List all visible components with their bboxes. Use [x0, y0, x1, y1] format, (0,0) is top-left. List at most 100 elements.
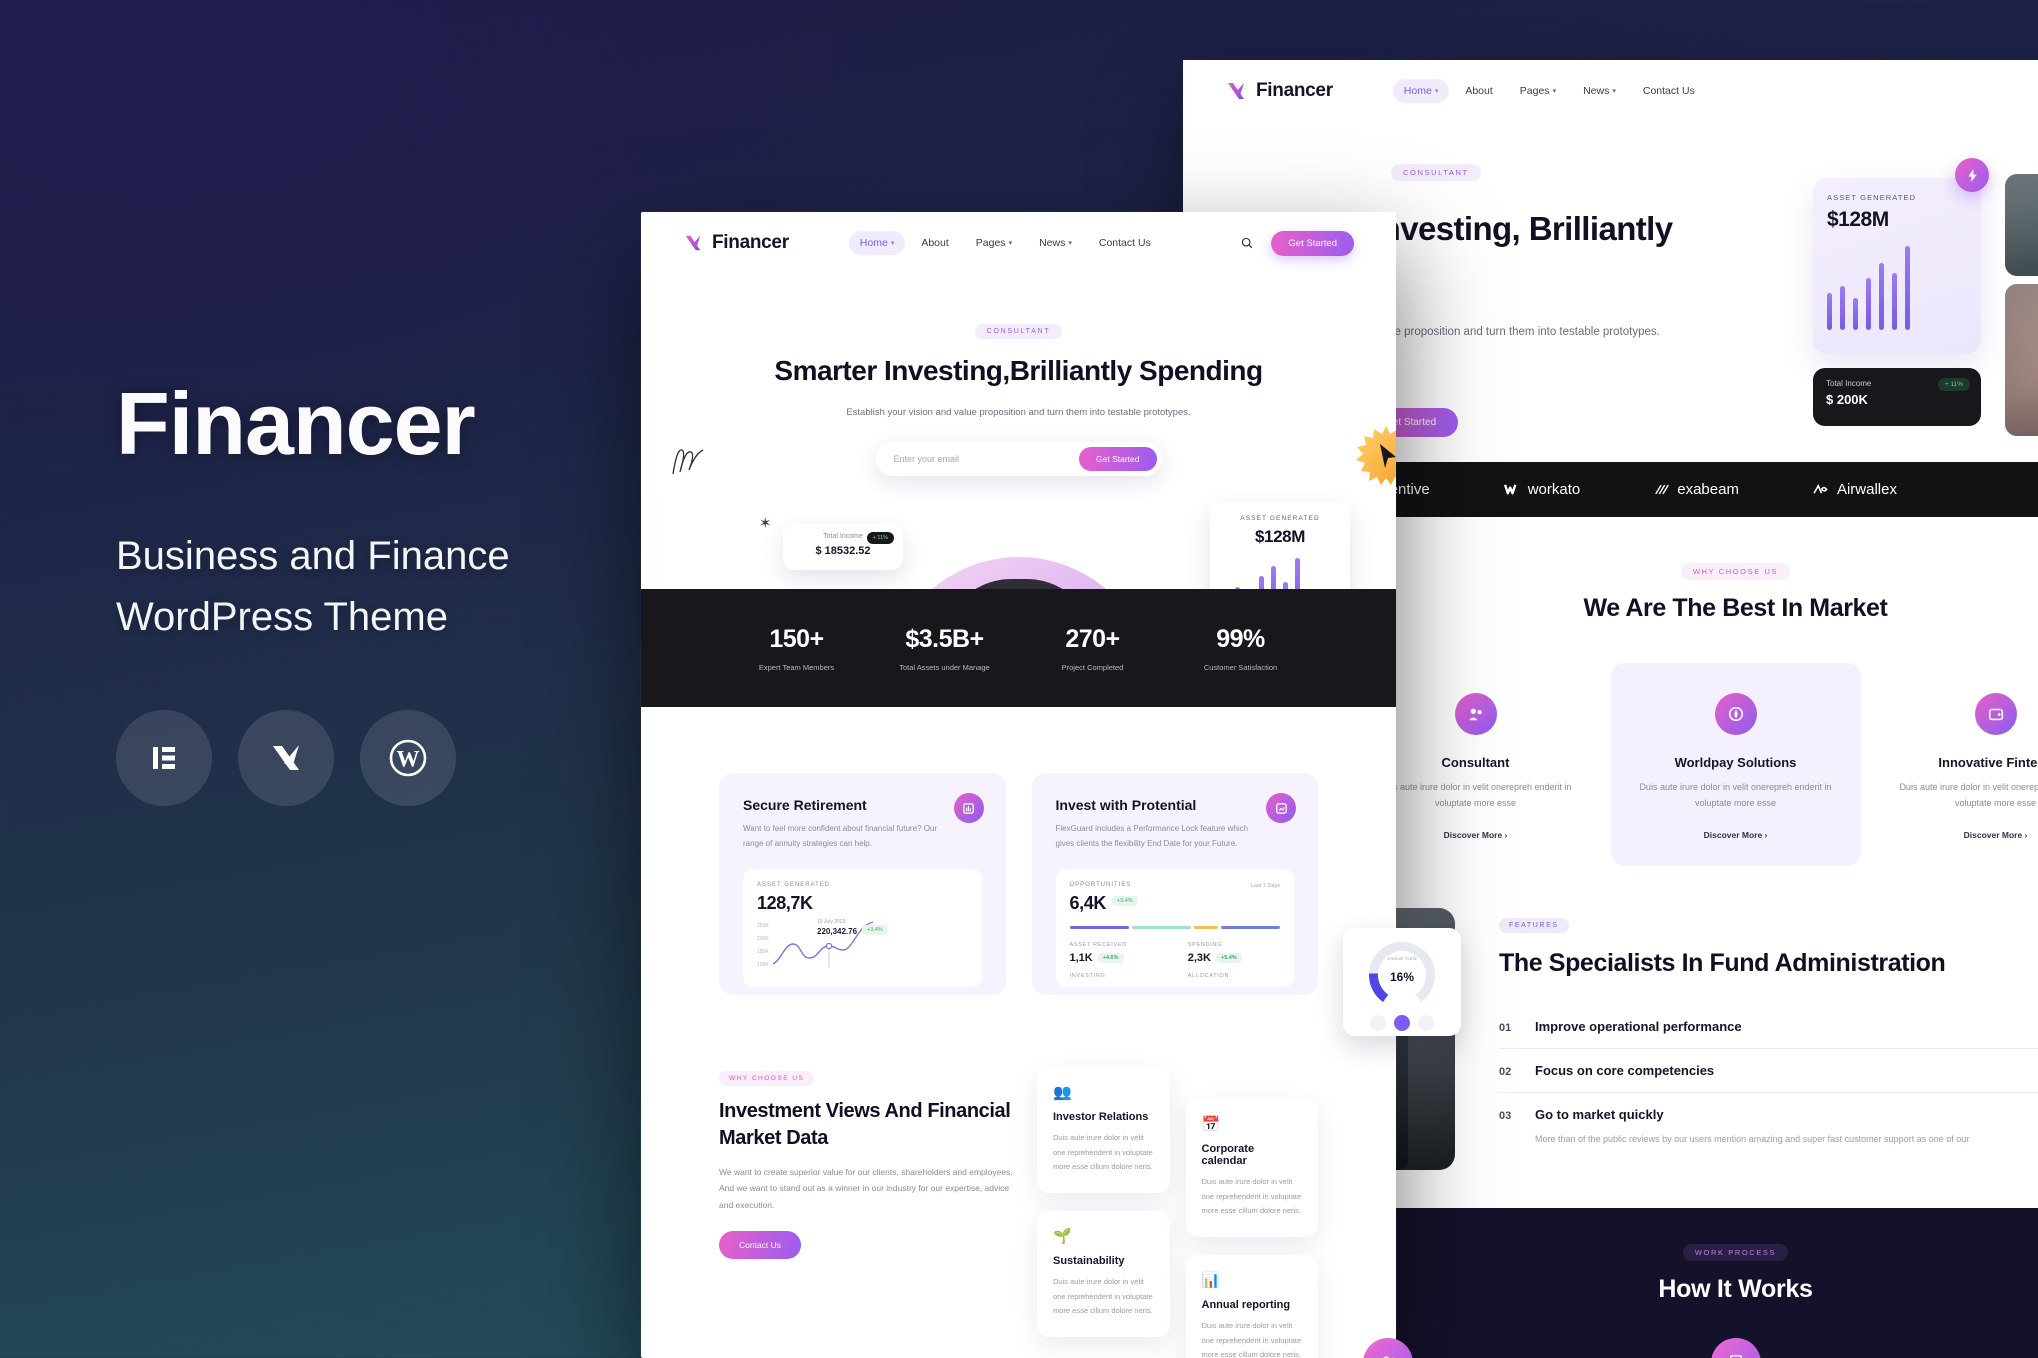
best-eyebrow: WHY CHOOSE US — [1680, 563, 1791, 580]
star-doodle-icon: ✶ — [759, 515, 772, 532]
investment-card-grid: 👥 Investor Relations Duis aute irure dol… — [1037, 1067, 1318, 1358]
card-corporate-calendar[interactable]: 📅 Corporate calendar Duis aute irure dol… — [1185, 1099, 1318, 1237]
metric-spending-value: 2,3K +5.4% — [1188, 952, 1280, 964]
invest-metric-row-2: INVESTING ALLOCATION — [1070, 973, 1281, 979]
people-icon: 👥 — [1053, 1084, 1072, 1101]
front-nav-pages[interactable]: Pages ▾ — [965, 231, 1023, 255]
retirement-tooltip: 19 July 2023 220,342.76 +3.4% — [817, 919, 888, 936]
front-nav-about[interactable]: About — [910, 231, 959, 255]
best-card-worldpay-link[interactable]: Discover More › — [1637, 830, 1835, 840]
email-input-placeholder[interactable]: Enter your email — [894, 454, 960, 464]
stat-total-assets: $3.5B+ Total Assets under Manage — [871, 625, 1019, 672]
user-add-icon — [1362, 1337, 1413, 1358]
feature-card-row: Secure Retirement Want to feel more conf… — [641, 707, 1396, 995]
back-nav-about[interactable]: About — [1454, 79, 1503, 103]
back-hero-photo-top — [2005, 174, 2038, 276]
front-asset-value: $128M — [1255, 527, 1305, 546]
back-nav-links: Home ▾ About Pages ▾ News ▾ Contact Us — [1392, 79, 1706, 103]
how-eyebrow: WORK PROCESS — [1682, 1243, 1789, 1261]
front-income-value: $ 18532.52 — [815, 545, 871, 557]
invest-inner-chip: +3.4% — [1111, 895, 1138, 906]
back-nav-contact[interactable]: Contact Us — [1632, 79, 1706, 103]
step-01-number: 01 — [1499, 1021, 1512, 1034]
metric-spending-label: SPENDING — [1187, 941, 1223, 948]
metric-investing-label: INVESTING — [1069, 972, 1106, 979]
investment-eyebrow: WHY CHOOSE US — [719, 1071, 815, 1086]
tooltip-value: 220,342.76 — [817, 926, 858, 936]
chevron-down-icon: ▾ — [1008, 240, 1013, 247]
front-hero: CONSULTANT Smarter Investing,Brilliantly… — [641, 274, 1396, 589]
front-nav-news[interactable]: News ▾ — [1028, 231, 1083, 255]
calendar-icon: 📅 — [1201, 1116, 1221, 1133]
back-nav-pages[interactable]: Pages ▾ — [1509, 79, 1567, 103]
front-hero-pill: CONSULTANT — [974, 324, 1063, 339]
gauge-dot-right[interactable] — [1418, 1014, 1434, 1031]
front-nav-links: Home ▾ About Pages ▾ News ▾ Contact Us — [848, 231, 1162, 255]
email-signup-form: Enter your email Get Started — [875, 441, 1162, 476]
stat-satisfaction: 99% Customer Satisfaction — [1167, 625, 1315, 672]
front-get-started-button[interactable]: Get Started — [1271, 230, 1354, 256]
card-annual-reporting-title: Annual reporting — [1201, 1298, 1291, 1311]
best-card-fintech-desc: Duis aute irure dolor in velit onerepreh… — [1899, 782, 2038, 808]
elementor-icon — [153, 746, 175, 769]
card-sustainability-desc: Duis aute irure dolor in velit one repre… — [1053, 1276, 1153, 1316]
back-income-badge: + 11% — [1937, 378, 1970, 391]
cursor-icon — [1356, 426, 1396, 485]
logo-workato: workato — [1503, 481, 1580, 498]
front-nav-home-label: Home — [859, 237, 888, 249]
front-nav-home[interactable]: Home ▾ — [848, 231, 906, 255]
search-icon[interactable] — [1241, 237, 1253, 249]
front-brand[interactable]: Financer — [683, 232, 789, 254]
front-nav-about-label: About — [921, 237, 949, 249]
secure-retirement-title: Secure Retirement — [743, 797, 867, 813]
best-card-worldpay[interactable]: Worldpay Solutions Duis aute irure dolor… — [1610, 663, 1861, 866]
y-tick-2: 150K — [757, 948, 769, 955]
metric-asset-value: 1,1K +4.6% — [1070, 952, 1162, 964]
elementor-badge[interactable] — [116, 709, 212, 806]
front-asset-generated-card: ASSET GENERATED $128M — [1210, 502, 1350, 589]
best-card-worldpay-desc: Duis aute irure dolor in velit onerepreh… — [1639, 782, 1832, 808]
back-brand-name: Financer — [1256, 80, 1333, 101]
x-logo-icon — [273, 744, 299, 770]
wordpress-badge[interactable]: W — [360, 709, 456, 806]
gauge-dot-left[interactable] — [1370, 1014, 1386, 1031]
back-nav-home[interactable]: Home ▾ — [1392, 79, 1450, 103]
front-brand-name: Financer — [712, 232, 789, 253]
front-navbar: Financer Home ▾ About Pages ▾ News ▾ Contac… — [641, 212, 1396, 274]
gauge-ring: Annual Yield 16% — [1369, 941, 1435, 1008]
investment-col-a: 👥 Investor Relations Duis aute irure dol… — [1037, 1067, 1170, 1358]
squiggle-doodle-icon — [672, 449, 704, 475]
back-nav-news[interactable]: News ▾ — [1572, 79, 1627, 103]
back-asset-value: $128M — [1827, 208, 1889, 231]
gauge-controls — [1370, 1014, 1434, 1031]
x-logo-badge[interactable] — [238, 709, 334, 806]
back-navbar: Financer Home ▾ About Pages ▾ News ▾ Contac… — [1183, 60, 2038, 122]
chevron-down-icon: ▾ — [890, 240, 895, 247]
contact-us-button[interactable]: Contact Us — [719, 1231, 802, 1260]
leaf-hand-icon: 🌱 — [1053, 1227, 1072, 1245]
y-tick-1: 200K — [757, 935, 769, 942]
range-selector[interactable]: Last 7 Days — [1251, 883, 1280, 889]
specialists-step-03: 03 Go to market quickly More than of the… — [1499, 1093, 2038, 1161]
best-card-fintech-link[interactable]: Discover More › — [1897, 830, 2038, 840]
y-tick-0: 250K — [757, 922, 769, 929]
best-card-worldpay-title: Worldpay Solutions — [1674, 755, 1797, 770]
front-nav-contact[interactable]: Contact Us — [1088, 231, 1162, 255]
card-sustainability[interactable]: 🌱 Sustainability Duis aute irure dolor i… — [1037, 1210, 1170, 1337]
back-hero-photo-bottom — [2005, 284, 2038, 436]
front-total-income-card: Total Income $ 18532.52 + 11% — [783, 524, 903, 570]
gauge-caption: Annual Yield — [1387, 956, 1417, 961]
gauge-dot-active[interactable] — [1394, 1014, 1410, 1031]
secure-retirement-chart-panel: ASSET GENERATED 128,7K 250K 200K 150K 10… — [743, 868, 982, 987]
email-get-started-button[interactable]: Get Started — [1079, 446, 1157, 471]
best-card-fintech[interactable]: Innovative Fintech Duis aute irure dolor… — [1871, 663, 2038, 866]
foreground-website-mockup: Financer Home ▾ About Pages ▾ News ▾ Contac… — [641, 212, 1396, 1358]
chevron-down-icon: ▾ — [1612, 88, 1616, 95]
airwallex-icon — [1813, 484, 1828, 494]
annual-yield-gauge-card: Annual Yield 16% — [1343, 927, 1461, 1036]
how-step-3: Step 3: Get Images Easily create your Za… — [1958, 1338, 2038, 1358]
back-brand[interactable]: Financer — [1225, 80, 1333, 102]
best-card-consultant-link[interactable]: Discover More › — [1377, 830, 1575, 840]
how-steps-row: Step 1: Create Account Easily create you… — [1183, 1337, 2038, 1358]
card-investor-relations[interactable]: 👥 Investor Relations Duis aute irure dol… — [1037, 1067, 1170, 1193]
